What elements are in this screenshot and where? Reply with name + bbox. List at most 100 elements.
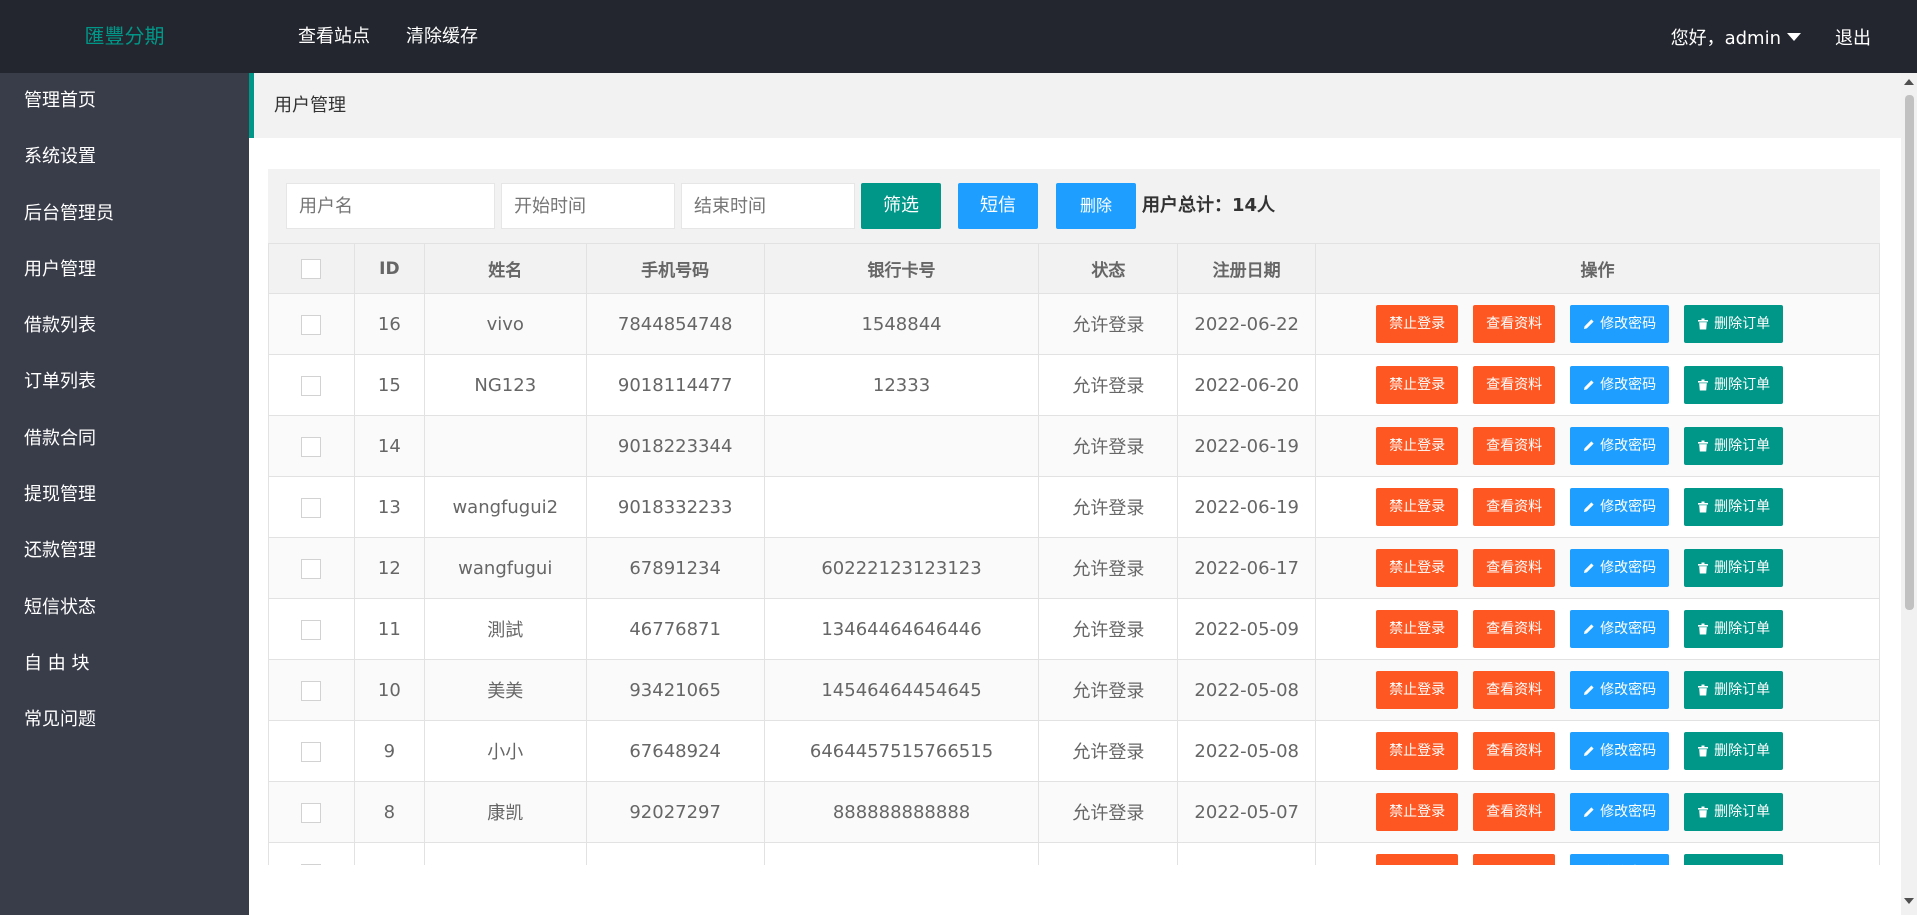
cell-actions: 禁止登录查看资料 修改密码 删除订单 bbox=[1315, 415, 1880, 477]
cell-reg-date: 2022-06-19 bbox=[1177, 476, 1317, 538]
row-checkbox[interactable] bbox=[301, 619, 322, 640]
delete-order-button[interactable]: 删除订单 bbox=[1684, 488, 1784, 526]
change-password-button[interactable]: 修改密码 bbox=[1570, 854, 1670, 865]
sidebar-item-free-blocks[interactable]: 自 由 块 bbox=[0, 636, 249, 692]
filter-button[interactable]: 筛选 bbox=[861, 183, 941, 229]
cell-reg-date: 2022-06-22 bbox=[1177, 293, 1317, 355]
nav-view-site[interactable]: 查看站点 bbox=[280, 0, 388, 73]
ban-login-button[interactable]: 禁止登录 bbox=[1376, 549, 1459, 587]
sidebar-item-home[interactable]: 管理首页 bbox=[0, 73, 249, 129]
change-password-button[interactable]: 修改密码 bbox=[1570, 610, 1670, 648]
delete-order-button[interactable]: 删除订单 bbox=[1684, 793, 1784, 831]
row-checkbox[interactable] bbox=[301, 863, 322, 865]
col-id: ID bbox=[353, 243, 425, 294]
row-select-cell bbox=[268, 293, 355, 355]
row-checkbox[interactable] bbox=[301, 436, 322, 457]
ban-login-button[interactable]: 禁止登录 bbox=[1376, 305, 1459, 343]
delete-order-button[interactable]: 删除订单 bbox=[1684, 671, 1784, 709]
ban-login-button[interactable]: 禁止登录 bbox=[1376, 793, 1459, 831]
sidebar-item-contracts[interactable]: 借款合同 bbox=[0, 411, 249, 467]
ban-login-button[interactable]: 禁止登录 bbox=[1376, 854, 1459, 865]
change-password-label: 修改密码 bbox=[1600, 438, 1657, 454]
user-greeting[interactable]: 您好，admin bbox=[1671, 24, 1781, 50]
cell-status: 允许登录 bbox=[1038, 781, 1179, 843]
cell-id: 12 bbox=[353, 537, 425, 599]
delete-order-button[interactable]: 删除订单 bbox=[1684, 549, 1784, 587]
username-input[interactable] bbox=[286, 183, 495, 229]
pencil-icon bbox=[1583, 804, 1600, 820]
change-password-button[interactable]: 修改密码 bbox=[1570, 549, 1670, 587]
change-password-button[interactable]: 修改密码 bbox=[1570, 427, 1670, 465]
delete-order-label: 删除订单 bbox=[1714, 682, 1771, 698]
view-profile-button[interactable]: 查看资料 bbox=[1473, 610, 1556, 648]
delete-order-button[interactable]: 删除订单 bbox=[1684, 305, 1784, 343]
table-row: 11 測試 46776871 13464464646446 允许登录 2022-05-09… bbox=[268, 598, 1880, 660]
view-profile-button[interactable]: 查看资料 bbox=[1473, 549, 1556, 587]
change-password-button[interactable]: 修改密码 bbox=[1570, 366, 1670, 404]
view-profile-button[interactable]: 查看资料 bbox=[1473, 671, 1556, 709]
delete-button[interactable]: 删除 bbox=[1056, 183, 1136, 229]
sms-button[interactable]: 短信 bbox=[958, 183, 1038, 229]
change-password-button[interactable]: 修改密码 bbox=[1570, 305, 1670, 343]
row-checkbox[interactable] bbox=[301, 741, 322, 762]
ban-login-button[interactable]: 禁止登录 bbox=[1376, 366, 1459, 404]
view-profile-button[interactable]: 查看资料 bbox=[1473, 427, 1556, 465]
row-checkbox[interactable] bbox=[301, 497, 322, 518]
ban-login-button[interactable]: 禁止登录 bbox=[1376, 610, 1459, 648]
change-password-button[interactable]: 修改密码 bbox=[1570, 488, 1670, 526]
delete-order-button[interactable]: 删除订单 bbox=[1684, 732, 1784, 770]
row-checkbox[interactable] bbox=[301, 802, 322, 823]
row-select-cell bbox=[268, 720, 355, 782]
select-all-cell bbox=[268, 243, 355, 294]
change-password-button[interactable]: 修改密码 bbox=[1570, 671, 1670, 709]
row-checkbox[interactable] bbox=[301, 314, 322, 335]
scroll-thumb[interactable] bbox=[1905, 95, 1914, 610]
select-all-checkbox[interactable] bbox=[301, 258, 322, 279]
change-password-button[interactable]: 修改密码 bbox=[1570, 793, 1670, 831]
logout-link[interactable]: 退出 bbox=[1835, 24, 1871, 50]
sidebar-item-withdrawals[interactable]: 提现管理 bbox=[0, 467, 249, 523]
ban-login-button[interactable]: 禁止登录 bbox=[1376, 488, 1459, 526]
change-password-button[interactable]: 修改密码 bbox=[1570, 732, 1670, 770]
scroll-down-arrow[interactable] bbox=[1904, 898, 1914, 904]
delete-order-button[interactable]: 删除订单 bbox=[1684, 366, 1784, 404]
row-checkbox[interactable] bbox=[301, 680, 322, 701]
ban-login-button[interactable]: 禁止登录 bbox=[1376, 732, 1459, 770]
delete-order-label: 删除订单 bbox=[1714, 377, 1771, 393]
sidebar-item-orders[interactable]: 订单列表 bbox=[0, 354, 249, 410]
delete-order-button[interactable]: 删除订单 bbox=[1684, 427, 1784, 465]
row-checkbox[interactable] bbox=[301, 558, 322, 579]
ban-login-button[interactable]: 禁止登录 bbox=[1376, 671, 1459, 709]
page-scrollbar[interactable] bbox=[1901, 73, 1917, 915]
ban-login-button[interactable]: 禁止登录 bbox=[1376, 427, 1459, 465]
view-profile-button[interactable]: 查看资料 bbox=[1473, 793, 1556, 831]
view-profile-button[interactable]: 查看资料 bbox=[1473, 305, 1556, 343]
sidebar-item-sms-status[interactable]: 短信状态 bbox=[0, 580, 249, 636]
nav-clear-cache[interactable]: 清除缓存 bbox=[388, 0, 496, 73]
cell-phone: 9018332233 bbox=[585, 476, 765, 538]
sidebar-item-users[interactable]: 用户管理 bbox=[0, 242, 249, 298]
logo[interactable]: 匯豐分期 bbox=[0, 0, 249, 73]
col-phone: 手机号码 bbox=[585, 243, 765, 294]
cell-actions: 禁止登录查看资料 修改密码 删除订单 bbox=[1315, 781, 1880, 843]
sidebar-item-loans[interactable]: 借款列表 bbox=[0, 298, 249, 354]
start-time-input[interactable] bbox=[501, 183, 675, 229]
end-time-input[interactable] bbox=[681, 183, 855, 229]
delete-order-label: 删除订单 bbox=[1714, 743, 1771, 759]
sidebar-item-settings[interactable]: 系统设置 bbox=[0, 129, 249, 185]
delete-order-button[interactable]: 删除订单 bbox=[1684, 854, 1784, 865]
cell-actions: 禁止登录查看资料 修改密码 删除订单 bbox=[1315, 476, 1880, 538]
view-profile-button[interactable]: 查看资料 bbox=[1473, 732, 1556, 770]
sidebar-item-admins[interactable]: 后台管理员 bbox=[0, 186, 249, 242]
cell-id: 10 bbox=[353, 659, 425, 721]
scroll-up-arrow[interactable] bbox=[1904, 79, 1914, 85]
view-profile-button[interactable]: 查看资料 bbox=[1473, 488, 1556, 526]
cell-name: wangfugui bbox=[423, 537, 587, 599]
view-profile-button[interactable]: 查看资料 bbox=[1473, 854, 1556, 865]
row-checkbox[interactable] bbox=[301, 375, 322, 396]
sidebar-item-faq[interactable]: 常见问题 bbox=[0, 692, 249, 748]
sidebar-item-repayments[interactable]: 还款管理 bbox=[0, 523, 249, 579]
view-profile-button[interactable]: 查看资料 bbox=[1473, 366, 1556, 404]
chevron-down-icon[interactable] bbox=[1787, 32, 1801, 41]
delete-order-button[interactable]: 删除订单 bbox=[1684, 610, 1784, 648]
